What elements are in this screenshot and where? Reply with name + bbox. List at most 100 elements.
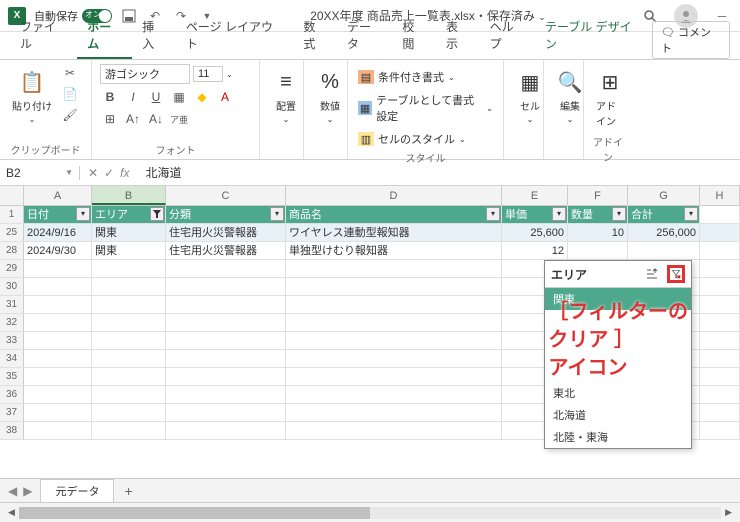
tab-data[interactable]: データ	[337, 13, 392, 59]
row-header[interactable]: 30	[0, 278, 24, 295]
cell[interactable]: ワイヤレス連動型報知器	[286, 224, 502, 241]
tab-file[interactable]: ファイル	[10, 13, 77, 59]
filter-item[interactable]: 北陸・東海	[545, 426, 691, 448]
filter-item[interactable]: 東北	[545, 382, 691, 404]
cell[interactable]: 関東	[92, 224, 166, 241]
cell[interactable]: 256,000	[628, 224, 700, 241]
underline-button[interactable]: U	[146, 88, 166, 106]
increase-font-icon[interactable]: A↑	[123, 110, 143, 128]
filter-item[interactable]	[545, 310, 691, 328]
paste-button[interactable]: 📋 貼り付け ⌄	[8, 64, 56, 128]
tab-tabledesign[interactable]: テーブル デザイン	[535, 13, 652, 59]
row-header[interactable]: 32	[0, 314, 24, 331]
select-all-corner[interactable]	[0, 186, 24, 205]
sort-options-icon[interactable]	[643, 265, 661, 283]
add-sheet-button[interactable]: +	[114, 483, 142, 499]
cell[interactable]: 10	[568, 224, 628, 241]
col-header[interactable]: H	[700, 186, 740, 205]
font-size-select[interactable]: 11	[193, 66, 223, 82]
italic-button[interactable]: I	[123, 88, 143, 106]
filter-dropdown-icon[interactable]: ▾	[76, 207, 90, 221]
autosave-toggle[interactable]: オン	[82, 9, 112, 23]
row-header[interactable]: 36	[0, 386, 24, 403]
border-button[interactable]: ▦	[169, 88, 189, 106]
cut-icon[interactable]: ✂	[60, 64, 80, 82]
cancel-formula-icon[interactable]: ✕	[88, 166, 98, 180]
cell[interactable]: 2024/9/16	[24, 224, 92, 241]
number-format-button[interactable]: % 数値⌄	[312, 64, 348, 128]
formula-input[interactable]: 北海道	[137, 164, 740, 181]
cell[interactable]: 住宅用火災警報器	[166, 224, 286, 241]
filter-item[interactable]	[545, 364, 691, 382]
row-header[interactable]: 38	[0, 422, 24, 439]
filter-item[interactable]: 関東	[545, 288, 691, 310]
row-header[interactable]: 31	[0, 296, 24, 313]
conditional-format-button[interactable]: ▤条件付き書式 ⌄	[356, 68, 457, 86]
alignment-button[interactable]: ≡ 配置⌄	[268, 64, 304, 128]
filter-dropdown-icon[interactable]: ▾	[486, 207, 500, 221]
filter-item-list[interactable]: 関東 東北 北海道 北陸・東海	[545, 287, 691, 448]
filter-item[interactable]	[545, 328, 691, 346]
tab-help[interactable]: ヘルプ	[480, 13, 535, 59]
row-header[interactable]: 25	[0, 224, 24, 241]
sheet-next-icon[interactable]: ▶	[23, 484, 32, 498]
filter-item[interactable]	[545, 346, 691, 364]
decrease-font-icon[interactable]: A↓	[146, 110, 166, 128]
cell[interactable]: 25,600	[502, 224, 568, 241]
cell[interactable]	[628, 242, 700, 259]
col-header[interactable]: B	[92, 186, 166, 205]
clear-filter-icon[interactable]	[667, 265, 685, 283]
cell[interactable]: 住宅用火災警報器	[166, 242, 286, 259]
filter-dropdown-icon[interactable]: ▾	[270, 207, 284, 221]
filter-item[interactable]: 北海道	[545, 404, 691, 426]
cell[interactable]: 関東	[92, 242, 166, 259]
editing-button[interactable]: 🔍編集⌄	[552, 64, 588, 128]
borders-button[interactable]: ⊞	[100, 110, 120, 128]
tab-view[interactable]: 表示	[436, 13, 480, 59]
scroll-left-icon[interactable]: ◀	[4, 507, 19, 518]
format-as-table-button[interactable]: ▦テーブルとして書式設定 ⌄	[356, 91, 495, 125]
cell[interactable]: 2024/9/30	[24, 242, 92, 259]
col-header[interactable]: G	[628, 186, 700, 205]
fill-color-button[interactable]: ◆	[192, 88, 212, 106]
bold-button[interactable]: B	[100, 88, 120, 106]
name-box[interactable]: B2▼	[0, 166, 80, 180]
confirm-formula-icon[interactable]: ✓	[104, 166, 114, 180]
format-painter-icon[interactable]: 🖌	[60, 106, 80, 124]
tab-insert[interactable]: 挿入	[132, 13, 176, 59]
col-header[interactable]: C	[166, 186, 286, 205]
sheet-tab[interactable]: 元データ	[40, 479, 114, 502]
filter-dropdown-icon[interactable]: ▾	[684, 207, 698, 221]
font-color-button[interactable]: A	[215, 88, 235, 106]
col-header[interactable]: D	[286, 186, 502, 205]
sheet-prev-icon[interactable]: ◀	[8, 484, 17, 498]
row-header[interactable]: 28	[0, 242, 24, 259]
row-header[interactable]: 29	[0, 260, 24, 277]
fx-icon[interactable]: fx	[120, 166, 129, 180]
filter-dropdown-icon[interactable]: ▾	[552, 207, 566, 221]
scroll-right-icon[interactable]: ▶	[721, 507, 736, 518]
phonetic-icon[interactable]: ア亜	[169, 110, 189, 128]
cell[interactable]: 単独型けむり報知器	[286, 242, 502, 259]
row-header[interactable]: 35	[0, 368, 24, 385]
row-header[interactable]: 34	[0, 350, 24, 367]
copy-icon[interactable]: 📄	[60, 85, 80, 103]
filter-dropdown-icon[interactable]: ▾	[612, 207, 626, 221]
row-header[interactable]: 33	[0, 332, 24, 349]
addins-button[interactable]: ⊞アドイン	[592, 64, 628, 132]
cell[interactable]	[568, 242, 628, 259]
cell[interactable]: 12	[502, 242, 568, 259]
row-header[interactable]: 1	[0, 206, 24, 223]
cell-styles-button[interactable]: ▥セルのスタイル ⌄	[356, 130, 468, 148]
col-header[interactable]: E	[502, 186, 568, 205]
horizontal-scrollbar[interactable]: ◀ ▶	[0, 503, 740, 522]
tab-pagelayout[interactable]: ページ レイアウト	[176, 13, 293, 59]
col-header[interactable]: A	[24, 186, 92, 205]
comment-button[interactable]: 🗨 コメント	[652, 21, 730, 59]
cells-button[interactable]: ▦セル⌄	[512, 64, 548, 128]
row-header[interactable]: 37	[0, 404, 24, 421]
filter-dropdown-icon[interactable]	[150, 207, 164, 221]
tab-review[interactable]: 校閲	[392, 13, 436, 59]
tab-formulas[interactable]: 数式	[293, 13, 337, 59]
font-name-select[interactable]: 游ゴシック	[100, 64, 190, 84]
